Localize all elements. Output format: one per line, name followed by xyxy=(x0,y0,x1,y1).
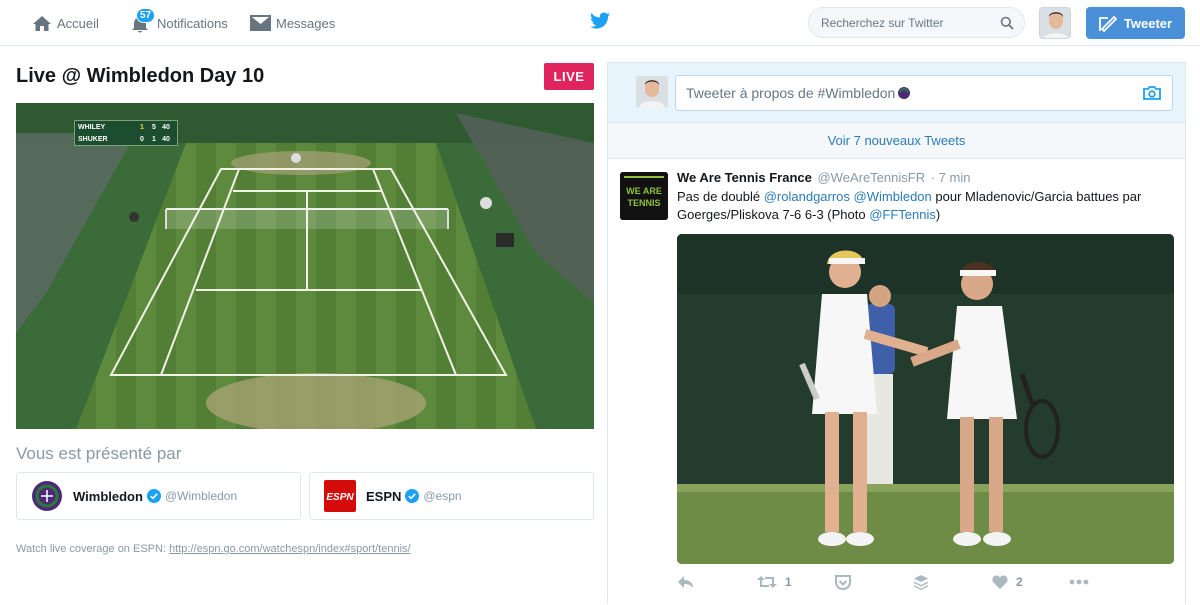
compose-hashtag: #Wimbledon xyxy=(817,85,896,101)
mention-link[interactable]: @FFTennis xyxy=(869,207,936,222)
buffer-action[interactable] xyxy=(913,572,929,592)
twitter-bird-icon[interactable] xyxy=(590,12,611,30)
sponsors-heading: Vous est présenté par xyxy=(16,444,182,463)
point-score: 40 xyxy=(162,135,170,143)
watch-live-prefix: Watch live coverage on ESPN: xyxy=(16,543,170,555)
mention-link[interactable]: @Wimbledon xyxy=(854,189,932,204)
retweet-icon xyxy=(757,576,777,588)
retweet-count: 1 xyxy=(785,575,792,589)
live-video-player[interactable]: WHILEY 1 5 40 SHUKER 0 1 40 xyxy=(16,103,594,429)
notifications-badge: 57 xyxy=(136,8,156,23)
tweet-author-name[interactable]: We Are Tennis France xyxy=(677,170,812,185)
more-dots-icon xyxy=(1069,579,1089,585)
compose-placeholder-prefix: Tweeter à propos de xyxy=(686,85,814,101)
live-badge: LIVE xyxy=(544,63,594,90)
espn-logo-icon: ESPN xyxy=(324,480,356,512)
nav-notifications[interactable]: 57 Notifications xyxy=(130,0,228,46)
search-icon[interactable] xyxy=(1000,16,1014,30)
watch-live-text: Watch live coverage on ESPN: http://espn… xyxy=(16,543,411,555)
notifications-icon-wrap: 57 xyxy=(130,8,156,34)
tweet-photo[interactable] xyxy=(677,234,1174,564)
sponsor-name: ESPN xyxy=(366,488,402,504)
espn-watch-link[interactable]: http://espn.go.com/watchespn/index#sport… xyxy=(169,543,411,555)
tweet-text: Pas de doublé @rolandgarros @Wimbledon p… xyxy=(677,188,1173,224)
search-input[interactable]: Recherchez sur Twitter xyxy=(808,7,1025,38)
sponsor-name: Wimbledon xyxy=(73,488,143,504)
tennis-players-photo xyxy=(677,234,1174,564)
tweet-actions: 1 2 xyxy=(677,572,1097,592)
top-navigation-bar: Accueil 57 Notifications Messages Recher… xyxy=(0,0,1200,46)
avatar-text-line1: WE ARE xyxy=(626,186,662,196)
tweet-button[interactable]: Tweeter xyxy=(1086,7,1185,39)
reply-action[interactable] xyxy=(677,572,694,592)
nav-home-label: Accueil xyxy=(57,15,99,31)
scoreboard-row: WHILEY 1 5 40 xyxy=(75,121,177,133)
nav-messages[interactable]: Messages xyxy=(250,0,335,46)
set-score: 1 xyxy=(140,123,144,131)
new-tweets-bar[interactable]: Voir 7 nouveaux Tweets xyxy=(608,123,1185,159)
sponsor-handle: @espn xyxy=(423,489,462,503)
retweet-action[interactable]: 1 xyxy=(757,572,792,592)
home-icon xyxy=(33,15,51,31)
verified-badge-icon xyxy=(146,489,161,503)
buffer-stack-icon xyxy=(914,575,928,590)
tennis-court-video-frame xyxy=(16,103,594,429)
nav-notifications-label: Notifications xyxy=(157,15,228,31)
more-action[interactable] xyxy=(1069,572,1089,592)
heart-icon xyxy=(992,575,1008,589)
compose-icon xyxy=(1099,15,1117,32)
tweet-stream: Tweeter à propos de #Wimbledon Voir 7 no… xyxy=(607,62,1186,604)
verified-badge-icon xyxy=(405,489,420,503)
save-to-pocket-action[interactable] xyxy=(835,572,851,592)
player-name: WHILEY xyxy=(78,123,106,131)
espn-logo-text: ESPN xyxy=(326,492,354,503)
player-name: SHUKER xyxy=(78,135,108,143)
game-score: 1 xyxy=(152,135,156,143)
tweet-button-label: Tweeter xyxy=(1123,15,1173,31)
tweet-text-part: ) xyxy=(935,207,941,222)
search-placeholder: Recherchez sur Twitter xyxy=(821,15,944,30)
tweet-author-avatar[interactable]: WE ARE TENNIS xyxy=(620,172,668,220)
set-score: 0 xyxy=(140,135,144,143)
pocket-icon xyxy=(835,574,851,590)
mention-link[interactable]: @rolandgarros xyxy=(764,189,850,204)
scoreboard: WHILEY 1 5 40 SHUKER 0 1 40 xyxy=(74,120,178,146)
tweet-text-part: Pas de doublé xyxy=(677,189,764,204)
camera-icon[interactable] xyxy=(1142,85,1162,101)
game-score: 5 xyxy=(152,123,156,131)
sponsor-card-wimbledon[interactable]: Wimbledon @Wimbledon xyxy=(16,472,301,520)
tweet-header: We Are Tennis France @WeAreTennisFR · 7 … xyxy=(677,170,970,185)
user-avatar-image xyxy=(636,76,668,108)
tweet-timestamp[interactable]: · 7 min xyxy=(931,170,971,185)
scoreboard-row: SHUKER 0 1 40 xyxy=(75,133,177,145)
nav-home[interactable]: Accueil xyxy=(32,0,99,46)
event-title: Live @ Wimbledon Day 10 xyxy=(16,65,265,87)
tweet-item[interactable]: WE ARE TENNIS We Are Tennis France @WeAr… xyxy=(608,160,1185,605)
user-avatar[interactable] xyxy=(1039,7,1071,39)
compose-area: Tweeter à propos de #Wimbledon xyxy=(608,63,1185,123)
envelope-icon xyxy=(250,15,271,31)
like-action[interactable]: 2 xyxy=(992,572,1023,592)
tweet-author-handle[interactable]: @WeAreTennisFR xyxy=(817,170,925,185)
like-count: 2 xyxy=(1016,575,1023,589)
we-are-tennis-logo-icon: WE ARE TENNIS xyxy=(620,172,668,220)
wimbledon-logo-icon xyxy=(32,481,62,511)
compose-avatar xyxy=(636,76,668,108)
sponsor-card-espn[interactable]: ESPN ESPN @espn xyxy=(309,472,594,520)
user-avatar-image xyxy=(1040,8,1070,38)
compose-tweet-input[interactable]: Tweeter à propos de #Wimbledon xyxy=(675,75,1173,111)
point-score: 40 xyxy=(162,123,170,131)
nav-messages-label: Messages xyxy=(276,15,336,31)
avatar-text-line2: TENNIS xyxy=(627,198,660,208)
sponsor-handle: @Wimbledon xyxy=(164,489,238,503)
reply-icon xyxy=(678,576,693,588)
wimbledon-hashflag-icon xyxy=(898,87,911,99)
